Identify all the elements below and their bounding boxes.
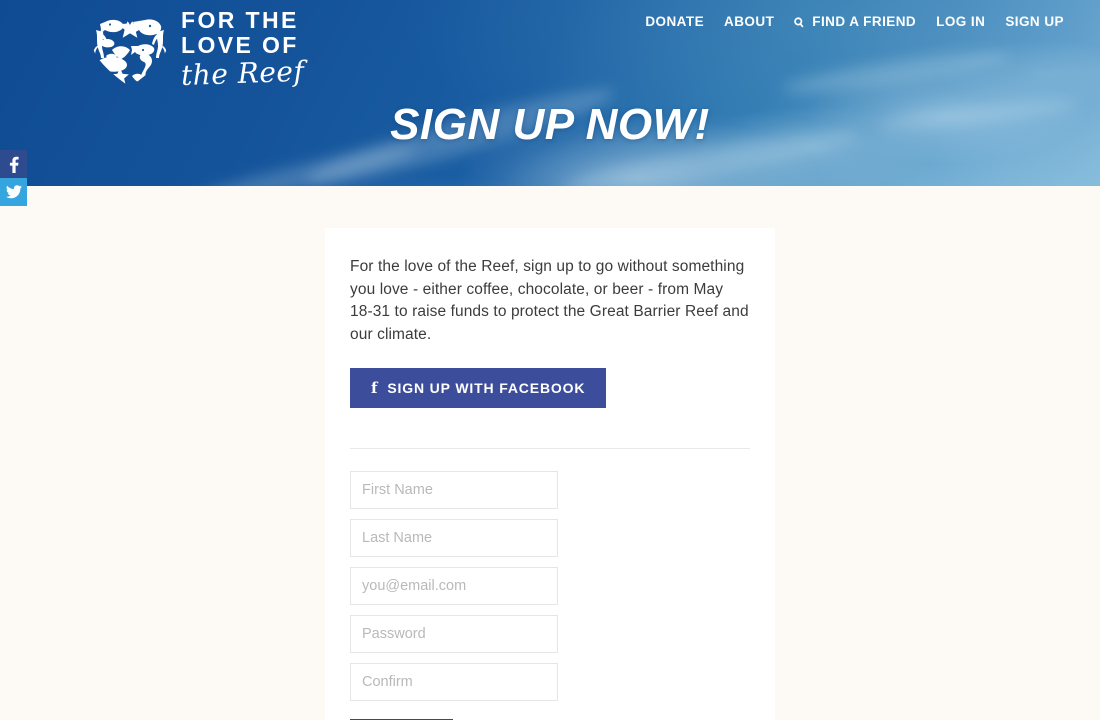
nav-log-in-label: LOG IN <box>936 14 986 29</box>
facebook-share-button[interactable] <box>0 150 27 178</box>
first-name-input[interactable] <box>350 471 558 509</box>
search-icon <box>794 16 804 27</box>
social-share-rail <box>0 150 27 206</box>
nav-sign-up-label: SIGN UP <box>1005 14 1064 29</box>
facebook-f-icon: f <box>371 378 379 397</box>
signup-form: SIGN UP <box>350 471 750 720</box>
last-name-input[interactable] <box>350 519 558 557</box>
section-divider <box>350 448 750 449</box>
twitter-icon <box>5 185 22 199</box>
nav-donate-label: DONATE <box>645 14 705 29</box>
password-input[interactable] <box>350 615 558 653</box>
nav-find-a-friend-label: FIND A FRIEND <box>812 14 917 29</box>
twitter-share-button[interactable] <box>0 178 27 206</box>
nav-find-a-friend[interactable]: FIND A FRIEND <box>794 14 916 29</box>
nav-about[interactable]: ABOUT <box>724 14 774 29</box>
nav-log-in[interactable]: LOG IN <box>936 14 985 29</box>
nav-about-label: ABOUT <box>724 14 775 29</box>
hero-banner: FOR THE LOVE OF the Reef DONATE ABOUT FI… <box>0 0 1100 186</box>
page-title: SIGN UP NOW! <box>390 100 710 149</box>
reef-heart-icon <box>93 15 167 87</box>
logo-line-1: FOR THE <box>181 7 299 33</box>
email-input[interactable] <box>350 567 558 605</box>
facebook-icon <box>9 156 19 173</box>
nav-sign-up[interactable]: SIGN UP <box>1005 14 1064 29</box>
logo-line-3: the Reef <box>180 54 305 92</box>
logo-wordmark: FOR THE LOVE OF the Reef <box>180 6 305 93</box>
signup-with-facebook-button[interactable]: f SIGN UP WITH FACEBOOK <box>350 368 607 408</box>
site-logo[interactable]: FOR THE LOVE OF the Reef <box>88 6 305 93</box>
page-body: For the love of the Reef, sign up to go … <box>0 186 1100 720</box>
nav-donate[interactable]: DONATE <box>645 14 704 29</box>
logo-line-2: LOVE OF <box>181 32 299 58</box>
main-navigation: DONATE ABOUT FIND A FRIEND LOG IN SIGN U… <box>645 14 1064 29</box>
signup-with-facebook-label: SIGN UP WITH FACEBOOK <box>387 380 586 396</box>
confirm-password-input[interactable] <box>350 663 558 701</box>
signup-card: For the love of the Reef, sign up to go … <box>325 228 775 720</box>
intro-text: For the love of the Reef, sign up to go … <box>350 258 749 343</box>
